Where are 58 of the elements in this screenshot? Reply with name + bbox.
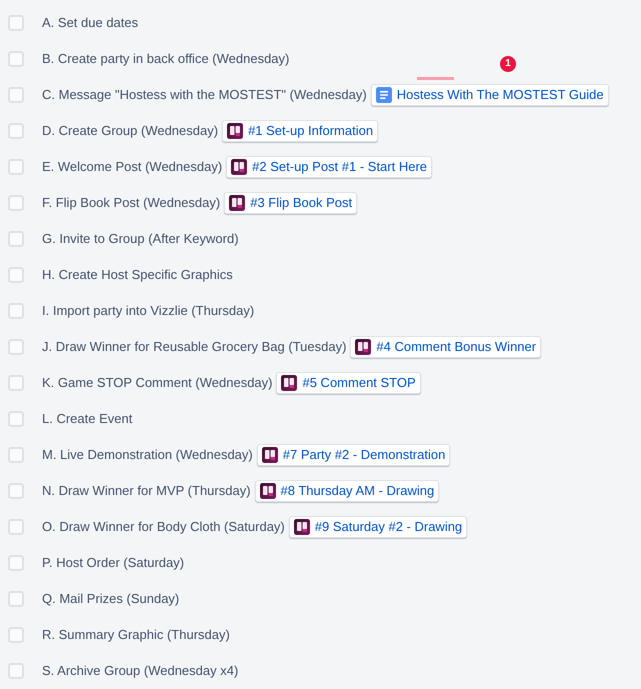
task-label: J. Draw Winner for Reusable Grocery Bag (Tuesday) (42, 338, 346, 356)
board-icon (294, 519, 310, 535)
checkbox[interactable] (8, 627, 24, 643)
task-label: M. Live Demonstration (Wednesday) (42, 446, 253, 464)
checkbox[interactable] (8, 159, 24, 175)
checkbox[interactable] (8, 15, 24, 31)
task-label: R. Summary Graphic (Thursday) (42, 626, 230, 644)
task-label: N. Draw Winner for MVP (Thursday) (42, 482, 251, 500)
document-icon (376, 87, 392, 103)
task-label: S. Archive Group (Wednesday x4) (42, 662, 238, 680)
page-link[interactable]: #4 Comment Bonus Winner (350, 336, 542, 358)
page-link[interactable]: #9 Saturday #2 - Drawing (288, 516, 468, 538)
checkbox[interactable] (8, 267, 24, 283)
task-label: Q. Mail Prizes (Sunday) (42, 590, 180, 608)
task-label: L. Create Event (42, 410, 132, 428)
board-icon (281, 375, 298, 391)
board-icon (229, 195, 246, 211)
underline-mark (417, 77, 454, 80)
task-label: A. Set due dates (42, 14, 138, 32)
task-label: D. Create Group (Wednesday) (42, 122, 218, 140)
checkbox[interactable] (8, 483, 24, 499)
task-label: K. Game STOP Comment (Wednesday) (42, 374, 272, 392)
page-link[interactable]: Hostess With The MOSTEST Guide (370, 84, 609, 106)
checkbox[interactable] (8, 591, 24, 607)
checkbox[interactable] (8, 303, 24, 319)
board-icon (260, 483, 276, 499)
checkbox[interactable] (8, 555, 24, 571)
checkbox[interactable] (8, 519, 24, 535)
task-label: H. Create Host Specific Graphics (42, 266, 233, 284)
board-icon (231, 159, 248, 175)
page-link[interactable]: #7 Party #2 - Demonstration (256, 444, 450, 466)
task-label: C. Message "Hostess with the MOSTEST" (Wednesday) (42, 86, 367, 104)
board-icon (227, 123, 244, 139)
checkbox[interactable] (8, 663, 24, 679)
checkbox[interactable] (8, 231, 24, 247)
checkbox[interactable] (8, 87, 24, 103)
task-label: F. Flip Book Post (Wednesday) (42, 194, 220, 212)
checkbox[interactable] (8, 411, 24, 427)
task-label: O. Draw Winner for Body Cloth (Saturday) (42, 518, 285, 536)
page-link[interactable]: #5 Comment STOP (276, 372, 421, 394)
task-label: B. Create party in back office (Wednesday) (42, 50, 290, 68)
task-label: P. Host Order (Saturday) (42, 554, 184, 572)
count-badge: 1 (500, 56, 516, 72)
page-link[interactable]: #8 Thursday AM - Drawing (254, 480, 440, 502)
page-link[interactable]: #2 Set-up Post #1 - Start Here (226, 156, 432, 178)
checkbox[interactable] (8, 51, 24, 67)
board-icon (355, 339, 372, 355)
task-label: G. Invite to Group (After Keyword) (42, 230, 239, 248)
task-label: I. Import party into Vizzlie (Thursday) (42, 302, 254, 320)
checkbox[interactable] (8, 375, 24, 391)
task-label: E. Welcome Post (Wednesday) (42, 158, 222, 176)
checkbox[interactable] (8, 123, 24, 139)
page-link[interactable]: #3 Flip Book Post (224, 192, 358, 214)
checkbox[interactable] (8, 339, 24, 355)
page-link[interactable]: #1 Set-up Information (222, 120, 378, 142)
checkbox[interactable] (8, 195, 24, 211)
checkbox[interactable] (8, 447, 24, 463)
board-icon (262, 447, 278, 463)
